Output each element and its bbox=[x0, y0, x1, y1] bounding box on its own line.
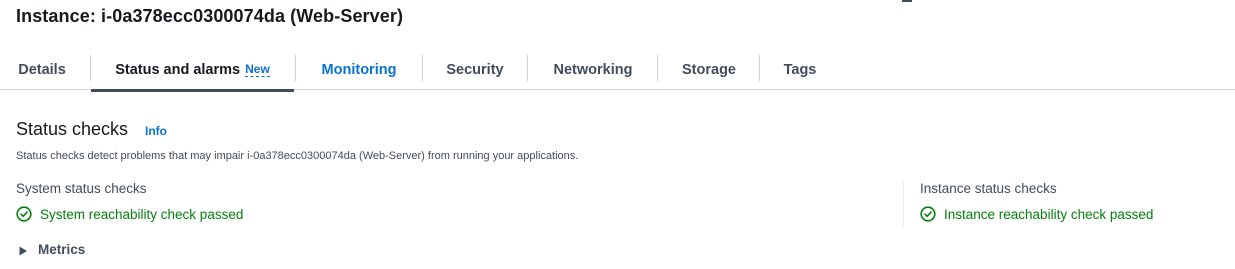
check-circle-icon bbox=[920, 206, 936, 222]
tab-tags-label: Tags bbox=[783, 62, 817, 78]
tab-tags[interactable]: Tags bbox=[781, 50, 819, 90]
instance-reachability-text: Instance reachability check passed bbox=[944, 206, 1154, 222]
page-title: Instance: i-0a378ecc0300074da (Web-Serve… bbox=[16, 6, 404, 26]
tab-security-label: Security bbox=[446, 62, 504, 78]
check-circle-icon bbox=[16, 206, 32, 222]
tab-monitoring-label: Monitoring bbox=[321, 62, 397, 78]
tab-security[interactable]: Security bbox=[444, 50, 506, 90]
new-badge: New bbox=[245, 62, 270, 77]
decorative-mark bbox=[902, 0, 912, 2]
tab-divider bbox=[422, 55, 423, 81]
tab-storage[interactable]: Storage bbox=[680, 50, 738, 90]
tab-networking[interactable]: Networking bbox=[549, 50, 637, 90]
system-reachability-text: System reachability check passed bbox=[40, 206, 244, 222]
tab-divider bbox=[657, 55, 658, 81]
instance-status-checks-label: Instance status checks bbox=[920, 181, 1057, 196]
instance-status-result: Instance reachability check passed bbox=[920, 205, 1153, 223]
tab-details-label: Details bbox=[18, 62, 66, 78]
tab-storage-label: Storage bbox=[682, 62, 736, 78]
tab-monitoring[interactable]: Monitoring bbox=[318, 50, 400, 90]
status-checks-heading: Status checks bbox=[16, 119, 129, 139]
tab-divider bbox=[759, 55, 760, 81]
tab-bar: Details Status and alarms New Monitoring… bbox=[0, 50, 1235, 92]
caret-right-icon bbox=[18, 244, 28, 256]
info-link[interactable]: Info bbox=[145, 124, 167, 138]
tab-networking-label: Networking bbox=[553, 62, 633, 78]
tab-divider bbox=[527, 55, 528, 81]
system-status-checks-label: System status checks bbox=[16, 181, 147, 196]
tab-status-and-alarms-label: Status and alarms bbox=[115, 62, 241, 78]
system-status-result: System reachability check passed bbox=[16, 205, 243, 223]
tab-details[interactable]: Details bbox=[16, 50, 68, 90]
tab-divider bbox=[295, 55, 296, 81]
metrics-expander[interactable]: Metrics bbox=[18, 240, 85, 258]
tab-status-and-alarms[interactable]: Status and alarms New bbox=[91, 50, 294, 92]
status-checks-description: Status checks detect problems that may i… bbox=[16, 150, 579, 162]
column-divider bbox=[903, 181, 904, 227]
metrics-label: Metrics bbox=[38, 241, 86, 257]
